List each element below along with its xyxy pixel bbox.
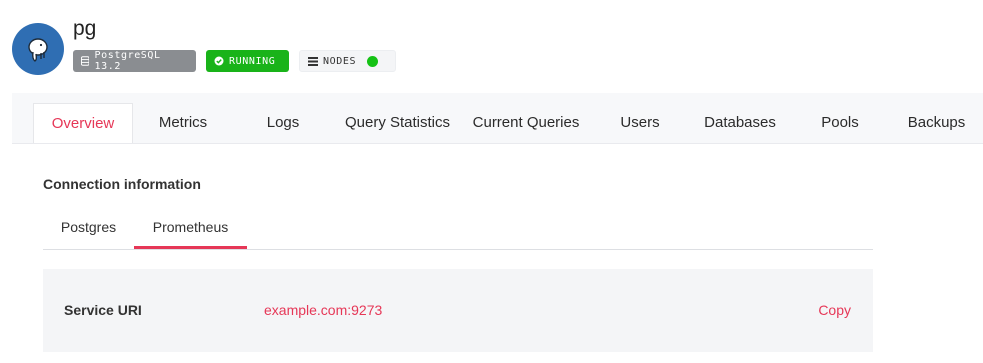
database-icon — [81, 56, 90, 66]
service-title: pg — [73, 17, 97, 40]
tab-logs[interactable]: Logs — [233, 103, 333, 143]
version-badge: PostgreSQL 13.2 — [73, 50, 196, 72]
subtab-prometheus[interactable]: Prometheus — [134, 213, 247, 249]
status-badge: RUNNING — [206, 50, 289, 72]
copy-button[interactable]: Copy — [818, 302, 851, 318]
tab-query-statistics[interactable]: Query Statistics — [333, 103, 462, 143]
service-uri-label: Service URI — [64, 302, 142, 318]
nodes-badge[interactable]: NODES — [299, 50, 396, 72]
elephant-icon — [28, 38, 48, 62]
connection-subtabs: Postgres Prometheus — [43, 213, 873, 250]
connection-panel: Service URI example.com:9273 Copy — [43, 269, 873, 352]
server-icon — [308, 56, 318, 66]
main-tabbar: Overview Metrics Logs Query Statistics C… — [12, 93, 983, 144]
tab-metrics[interactable]: Metrics — [133, 103, 233, 143]
tab-current-queries[interactable]: Current Queries — [462, 103, 590, 143]
tab-pools[interactable]: Pools — [790, 103, 890, 143]
tab-backups[interactable]: Backups — [890, 103, 983, 143]
subtab-postgres[interactable]: Postgres — [43, 213, 134, 249]
connection-info-title: Connection information — [43, 176, 201, 192]
tab-users[interactable]: Users — [590, 103, 690, 143]
node-status-dot — [367, 55, 379, 67]
nodes-label: NODES — [323, 55, 357, 67]
tab-databases[interactable]: Databases — [690, 103, 790, 143]
check-circle-icon — [214, 56, 224, 66]
tab-overview[interactable]: Overview — [33, 103, 133, 143]
version-label: PostgreSQL 13.2 — [94, 50, 161, 72]
status-label: RUNNING — [229, 55, 276, 67]
service-logo — [12, 23, 64, 75]
service-uri-value[interactable]: example.com:9273 — [264, 302, 382, 318]
